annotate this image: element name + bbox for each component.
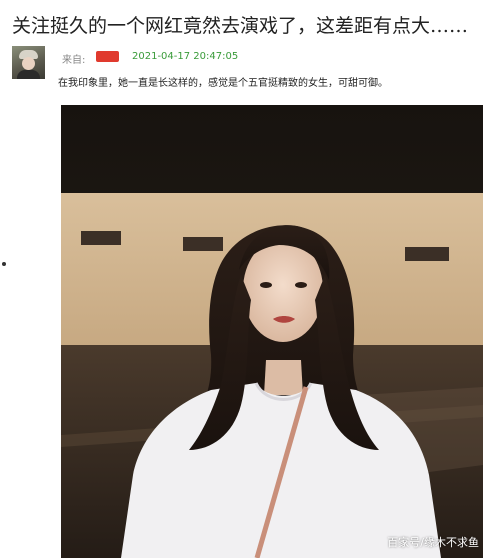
neck (264, 360, 303, 395)
source-label: 来自: (62, 55, 86, 66)
wall-vent-2 (183, 237, 223, 251)
left-eye (260, 282, 272, 288)
post-timestamp: 2021-04-17 20:47:05 (132, 51, 239, 62)
wall-vent-3 (405, 247, 449, 261)
wall-vent-1 (81, 231, 121, 245)
post-comment: 在我印象里，她一直是长这样的，感觉是个五官挺精致的女生，可甜可御。 (58, 78, 388, 89)
photo-illustration (61, 105, 483, 558)
post-title: 关注挺久的一个网红竟然去演戏了，这差距有点大…… (12, 15, 469, 37)
avatar-body (17, 70, 40, 79)
redacted-username (96, 51, 119, 62)
post-photo[interactable]: 百家号/缘木不求鱼 (61, 105, 483, 558)
post-page: 关注挺久的一个网红竟然去演戏了，这差距有点大…… 来自: 2021-04-17 … (0, 0, 499, 558)
avatar-face (22, 57, 35, 70)
avatar[interactable] (12, 46, 45, 79)
bullet-dot (2, 262, 6, 266)
right-eye (295, 282, 307, 288)
image-watermark: 百家号/缘木不求鱼 (387, 536, 479, 549)
